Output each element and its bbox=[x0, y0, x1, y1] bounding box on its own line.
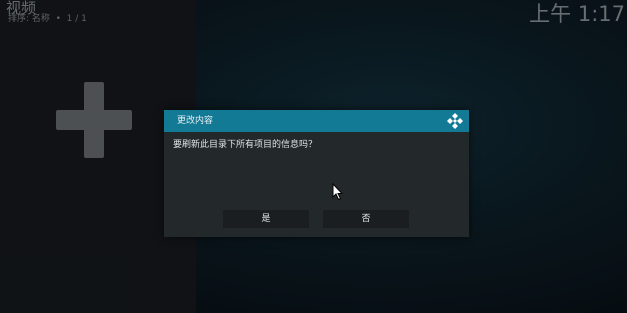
kodi-logo-icon bbox=[447, 113, 463, 129]
dialog-title: 更改内容 bbox=[177, 116, 214, 126]
mouse-pointer-icon bbox=[332, 183, 344, 201]
dialog-header: 更改内容 bbox=[164, 110, 469, 132]
refresh-dialog: 更改内容 要刷新此目录下所有项目的信息吗？ 是 否 bbox=[164, 110, 469, 237]
kodi-screen: 视频 排序: 名称 • 1 / 1 上午 1:17 更改内容 要刷新此目录下所有… bbox=[0, 0, 627, 313]
dialog-message: 要刷新此目录下所有项目的信息吗？ bbox=[173, 140, 318, 150]
no-button[interactable]: 否 bbox=[323, 210, 409, 228]
yes-button[interactable]: 是 bbox=[223, 210, 309, 228]
